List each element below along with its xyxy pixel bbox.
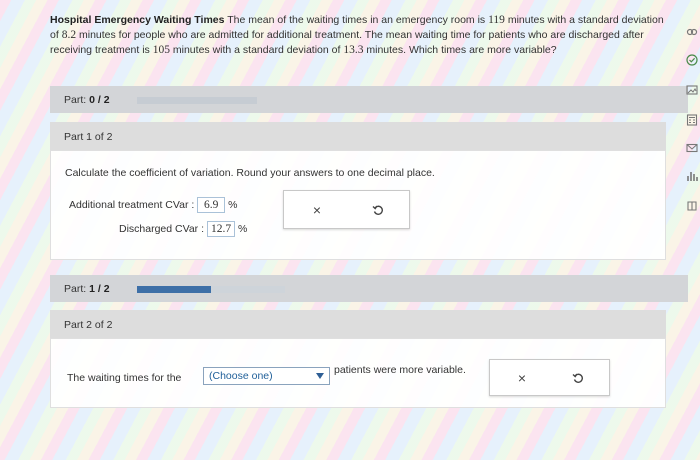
part-2-title: Part 2 of 2 — [64, 319, 113, 331]
tool-rail — [684, 20, 700, 220]
discharged-cvar-input[interactable]: 12.7 — [206, 221, 236, 237]
problem-title: Hospital Emergency Waiting Times — [50, 14, 225, 26]
percent-unit: % — [237, 223, 248, 235]
part-2-action-box: × — [489, 359, 610, 396]
part-1-action-box: × — [283, 190, 410, 229]
part-1-body: Calculate the coefficient of variation. … — [50, 150, 666, 260]
part-count: 0 / 2 — [89, 94, 110, 106]
problem-text: The mean of the waiting times in an emer… — [227, 14, 486, 26]
mean-discharged: 105 — [152, 44, 170, 56]
check-icon[interactable] — [686, 54, 698, 66]
discharged-cvar-row: Discharged CVar : 12.7 % — [119, 221, 247, 237]
dropdown-arrow-icon — [316, 373, 324, 379]
calculator-icon[interactable] — [686, 114, 698, 126]
undo-icon[interactable] — [372, 204, 384, 216]
mail-icon[interactable] — [686, 142, 698, 154]
additional-cvar-input[interactable]: 6.9 — [197, 197, 226, 213]
percent-unit: % — [228, 199, 238, 211]
part-2-sentence-end: patients were more variable. — [334, 364, 466, 376]
chart-icon[interactable] — [686, 170, 698, 182]
book-icon[interactable] — [686, 200, 698, 212]
undo-icon[interactable] — [572, 372, 584, 384]
part-2-sentence-start: The waiting times for the — [67, 372, 182, 384]
problem-text: minutes with a standard deviation of — [172, 44, 341, 56]
progress-fill — [137, 286, 211, 293]
sd-discharged: 13.3 — [343, 44, 364, 56]
part-1-instruction: Calculate the coefficient of variation. … — [65, 167, 435, 179]
clear-button[interactable]: × — [518, 371, 526, 385]
discharged-cvar-label: Discharged CVar : — [119, 223, 205, 235]
clear-button[interactable]: × — [313, 203, 321, 217]
part-2-header[interactable]: Part 2 of 2 — [50, 310, 666, 338]
part-1-header[interactable]: Part 1 of 2 — [50, 122, 666, 150]
additional-cvar-label: Additional treatment CVar : — [69, 199, 195, 211]
part-1-title: Part 1 of 2 — [64, 131, 113, 143]
part-progress-bar: Part: 1 / 2 — [50, 275, 688, 302]
link-icon[interactable] — [686, 26, 698, 38]
part-progress-bar: Part: 0 / 2 — [50, 86, 688, 113]
part-2-body: The waiting times for the (Choose one) p… — [50, 338, 666, 408]
part-count: 1 / 2 — [89, 283, 110, 295]
sd-admitted: 8.2 — [61, 29, 77, 41]
mean-admitted: 119 — [488, 14, 505, 26]
progress-track — [137, 97, 257, 104]
part-label: Part: — [64, 94, 87, 106]
select-value: (Choose one) — [209, 370, 273, 382]
progress-track — [137, 286, 285, 293]
problem-text: minutes. Which times are more variable? — [366, 44, 557, 56]
additional-cvar-row: Additional treatment CVar : 6.9 % — [69, 197, 237, 213]
part-label: Part: — [64, 283, 87, 295]
problem-statement: Hospital Emergency Waiting Times The mea… — [50, 13, 665, 58]
patient-type-select[interactable]: (Choose one) — [203, 367, 330, 385]
gallery-icon[interactable] — [686, 84, 698, 96]
